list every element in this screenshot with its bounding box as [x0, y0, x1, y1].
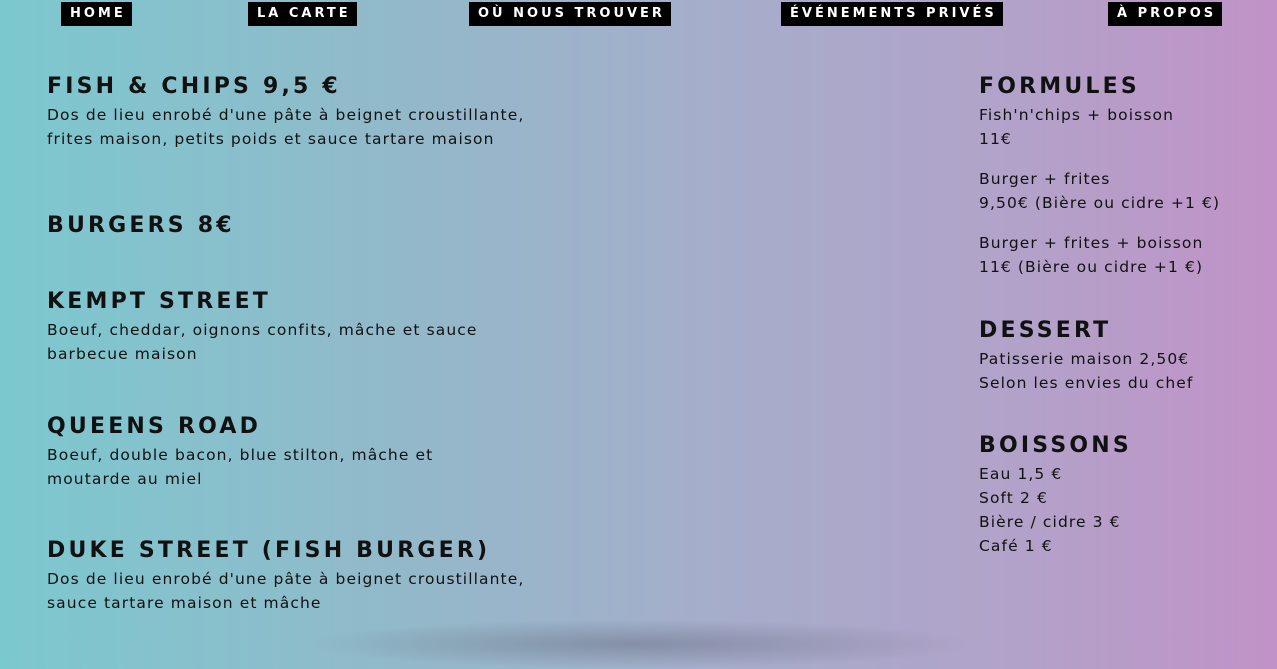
menu-item-duke-street: DUKE STREET (FISH BURGER) Dos de lieu en… — [47, 537, 567, 615]
formule-name: Burger + frites — [979, 170, 1111, 188]
menu-item-title: KEMPT STREET — [47, 289, 272, 314]
formule-price: 11€ (Bière ou cidre +1 €) — [979, 258, 1204, 276]
boissons-section: BOISSONS Eau 1,5 € Soft 2 € Bière / cidr… — [979, 432, 1269, 558]
formule-price: 11€ — [979, 130, 1012, 148]
menu-section-burgers: BURGERS 8€ — [47, 212, 567, 240]
boissons-list: Eau 1,5 € Soft 2 € Bière / cidre 3 € Caf… — [979, 462, 1269, 558]
menu-item-title: DUKE STREET (FISH BURGER) — [47, 538, 491, 563]
formule-item: Burger + frites + boisson 11€ (Bière ou … — [979, 231, 1269, 279]
nav-events-link[interactable]: ÉVÉNEMENTS PRIVÉS — [781, 2, 1003, 26]
dessert-note: Selon les envies du chef — [979, 374, 1194, 392]
formule-price: 9,50€ (Bière ou cidre +1 €) — [979, 194, 1221, 212]
section-title: FORMULES — [979, 74, 1140, 99]
formule-name: Fish'n'chips + boisson — [979, 106, 1175, 124]
boisson-item: Bière / cidre 3 € — [979, 513, 1121, 531]
formule-item: Fish'n'chips + boisson 11€ — [979, 103, 1269, 151]
boisson-item: Soft 2 € — [979, 489, 1048, 507]
nav-carte-link[interactable]: LA CARTE — [248, 2, 357, 26]
dessert-details: Patisserie maison 2,50€ Selon les envies… — [979, 347, 1269, 395]
section-title: BOISSONS — [979, 433, 1132, 458]
menu-item-description: Dos de lieu enrobé d'une pâte à beignet … — [47, 106, 525, 148]
boisson-item: Eau 1,5 € — [979, 465, 1063, 483]
nav-trouver-link[interactable]: OÙ NOUS TROUVER — [469, 2, 671, 26]
nav-propos-link[interactable]: À PROPOS — [1108, 2, 1223, 26]
menu-item-kempt-street: KEMPT STREET Boeuf, cheddar, oignons con… — [47, 288, 567, 366]
menu-item-description: Dos de lieu enrobé d'une pâte à beignet … — [47, 570, 525, 612]
nav-home-link[interactable]: HOME — [61, 2, 132, 26]
section-title: BURGERS 8€ — [47, 213, 235, 238]
menu-item-title: FISH & CHIPS 9,5 € — [47, 74, 341, 99]
boisson-item: Café 1 € — [979, 537, 1053, 555]
dessert-price: Patisserie maison 2,50€ — [979, 350, 1190, 368]
formule-item: Burger + frites 9,50€ (Bière ou cidre +1… — [979, 167, 1269, 215]
menu-item-description: Boeuf, cheddar, oignons confits, mâche e… — [47, 321, 478, 363]
formule-name: Burger + frites + boisson — [979, 234, 1204, 252]
menu-item-fish-chips: FISH & CHIPS 9,5 € Dos de lieu enrobé d'… — [47, 73, 567, 151]
menu-item-title: QUEENS ROAD — [47, 414, 262, 439]
menu-item-description: Boeuf, double bacon, blue stilton, mâche… — [47, 446, 434, 488]
menu-item-queens-road: QUEENS ROAD Boeuf, double bacon, blue st… — [47, 413, 567, 491]
formules-section: FORMULES Fish'n'chips + boisson 11€ Burg… — [979, 73, 1269, 279]
top-navigation: HOME LA CARTE OÙ NOUS TROUVER ÉVÉNEMENTS… — [0, 0, 1277, 26]
dessert-section: DESSERT Patisserie maison 2,50€ Selon le… — [979, 317, 1269, 395]
section-title: DESSERT — [979, 318, 1112, 343]
